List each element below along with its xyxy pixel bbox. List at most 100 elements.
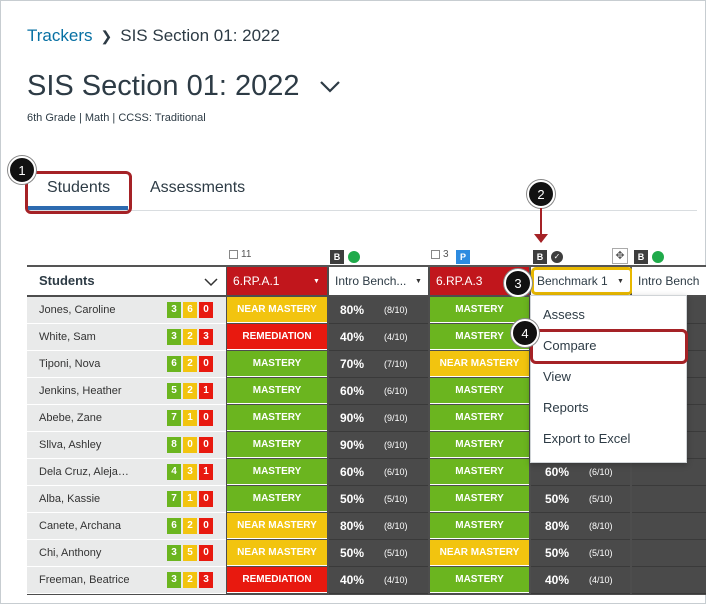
score-cell [632, 459, 706, 486]
mastery-level: MASTERY [430, 297, 529, 323]
standard-count-badge: 6 [167, 518, 181, 534]
tab-students[interactable]: Students [47, 179, 110, 197]
standard-count-badge: 1 [199, 383, 213, 399]
page-title: SIS Section 01: 2022 [27, 70, 300, 102]
standard-count-badge: 2 [183, 518, 197, 534]
students-column-header[interactable]: Students [27, 267, 226, 295]
score-fraction: (8/10) [384, 305, 408, 315]
standard-count-badge: 3 [183, 464, 197, 480]
status-dot-icon [652, 251, 664, 263]
score-fraction: (7/10) [384, 359, 408, 369]
menu-item-assess[interactable]: Assess [543, 307, 585, 322]
score-percent: 70% [340, 357, 365, 371]
compare-highlight [530, 329, 688, 364]
menu-item-export-excel[interactable]: Export to Excel [543, 431, 630, 446]
standard-count-badge: 0 [199, 410, 213, 426]
tab-active-indicator [28, 206, 128, 210]
caret-down-icon[interactable]: ▼ [313, 278, 320, 285]
mastery-level: MASTERY [430, 486, 529, 512]
standard-count-badge: 2 [183, 572, 197, 588]
score-percent: 60% [340, 465, 365, 479]
score-fraction: (8/10) [384, 521, 408, 531]
score-percent: 50% [545, 546, 570, 560]
group-count-11: 11 [229, 249, 251, 260]
standard-count-badge: 3 [199, 329, 213, 345]
standard-count-badge: 8 [167, 437, 181, 453]
score-percent: 80% [545, 519, 570, 533]
standard-count-badge: 0 [199, 356, 213, 372]
performance-p-icon: P [456, 250, 470, 264]
callout-1: 1 [8, 156, 36, 184]
column-header-6rpa1[interactable]: 6.RP.A.1 [227, 267, 327, 295]
standard-count-badge: 0 [199, 437, 213, 453]
column-header-intro-bench-2[interactable]: Intro Bench [632, 267, 706, 295]
menu-item-view[interactable]: View [543, 369, 571, 384]
standard-count-badge: 4 [167, 464, 181, 480]
score-percent: 50% [545, 492, 570, 506]
score-cell [632, 567, 706, 594]
mastery-level: MASTERY [430, 378, 529, 404]
standard-count-badge: 0 [183, 437, 197, 453]
mastery-level: MASTERY [430, 405, 529, 431]
standard-count-badge: 1 [183, 491, 197, 507]
score-fraction: (4/10) [384, 575, 408, 585]
page-title-group: SIS Section 01: 2022 [27, 70, 341, 103]
score-percent: 90% [340, 438, 365, 452]
score-fraction: (4/10) [384, 332, 408, 342]
mastery-level: REMEDIATION [227, 567, 327, 593]
arrow-down-icon [534, 234, 548, 243]
group-count-label: 11 [241, 249, 252, 260]
score-percent: 80% [340, 303, 365, 317]
chevron-down-icon[interactable] [204, 278, 218, 287]
chevron-right-icon: ❯ [100, 27, 113, 44]
checkbox-icon[interactable] [229, 250, 238, 259]
mastery-level: MASTERY [227, 432, 327, 458]
score-fraction: (5/10) [384, 494, 408, 504]
chevron-down-icon[interactable] [319, 80, 341, 94]
standard-count-badge: 2 [183, 356, 197, 372]
standard-count-badge: 0 [199, 302, 213, 318]
score-percent: 40% [340, 573, 365, 587]
callout-4: 4 [511, 319, 539, 347]
checkbox-icon[interactable] [431, 250, 440, 259]
score-cell [632, 540, 706, 567]
standard-count-badge: 7 [167, 491, 181, 507]
move-icon[interactable]: ✥ [612, 248, 628, 264]
mastery-level: MASTERY [430, 567, 529, 593]
score-cell [632, 486, 706, 513]
caret-down-icon[interactable]: ▼ [415, 278, 422, 285]
mastery-level: MASTERY [227, 351, 327, 377]
score-fraction: (9/10) [384, 413, 408, 423]
standard-count-badge: 3 [167, 302, 181, 318]
score-percent: 90% [340, 411, 365, 425]
status-dot-icon [348, 251, 360, 263]
standard-count-badge: 2 [183, 383, 197, 399]
mastery-level: NEAR MASTERY [430, 351, 529, 377]
benchmark-b-icon: B [634, 250, 648, 264]
column-action-menu: Assess Compare View Reports Export to Ex… [530, 295, 687, 463]
mastery-level: MASTERY [227, 378, 327, 404]
course-meta: 6th Grade | Math | CCSS: Traditional [27, 112, 206, 124]
standard-count-badge: 5 [183, 545, 197, 561]
benchmark-b-icon: B [330, 250, 344, 264]
score-fraction: (5/10) [384, 548, 408, 558]
score-fraction: (4/10) [589, 575, 613, 585]
breadcrumb-trackers-link[interactable]: Trackers [27, 26, 93, 46]
score-percent: 40% [340, 330, 365, 344]
standard-count-badge: 1 [183, 410, 197, 426]
score-cell [632, 513, 706, 540]
column-header-intro-bench[interactable]: Intro Bench... [329, 267, 428, 295]
standard-count-badge: 3 [199, 572, 213, 588]
mastery-level: REMEDIATION [227, 324, 327, 350]
mastery-level: NEAR MASTERY [227, 297, 327, 323]
standard-count-badge: 2 [183, 329, 197, 345]
tab-assessments[interactable]: Assessments [150, 179, 245, 197]
mastery-level: MASTERY [227, 405, 327, 431]
standard-count-badge: 1 [199, 464, 213, 480]
score-fraction: (9/10) [384, 440, 408, 450]
menu-item-reports[interactable]: Reports [543, 400, 589, 415]
breadcrumb-current: SIS Section 01: 2022 [120, 26, 280, 45]
standard-count-badge: 7 [167, 410, 181, 426]
score-fraction: (6/10) [384, 386, 408, 396]
score-percent: 50% [340, 546, 365, 560]
